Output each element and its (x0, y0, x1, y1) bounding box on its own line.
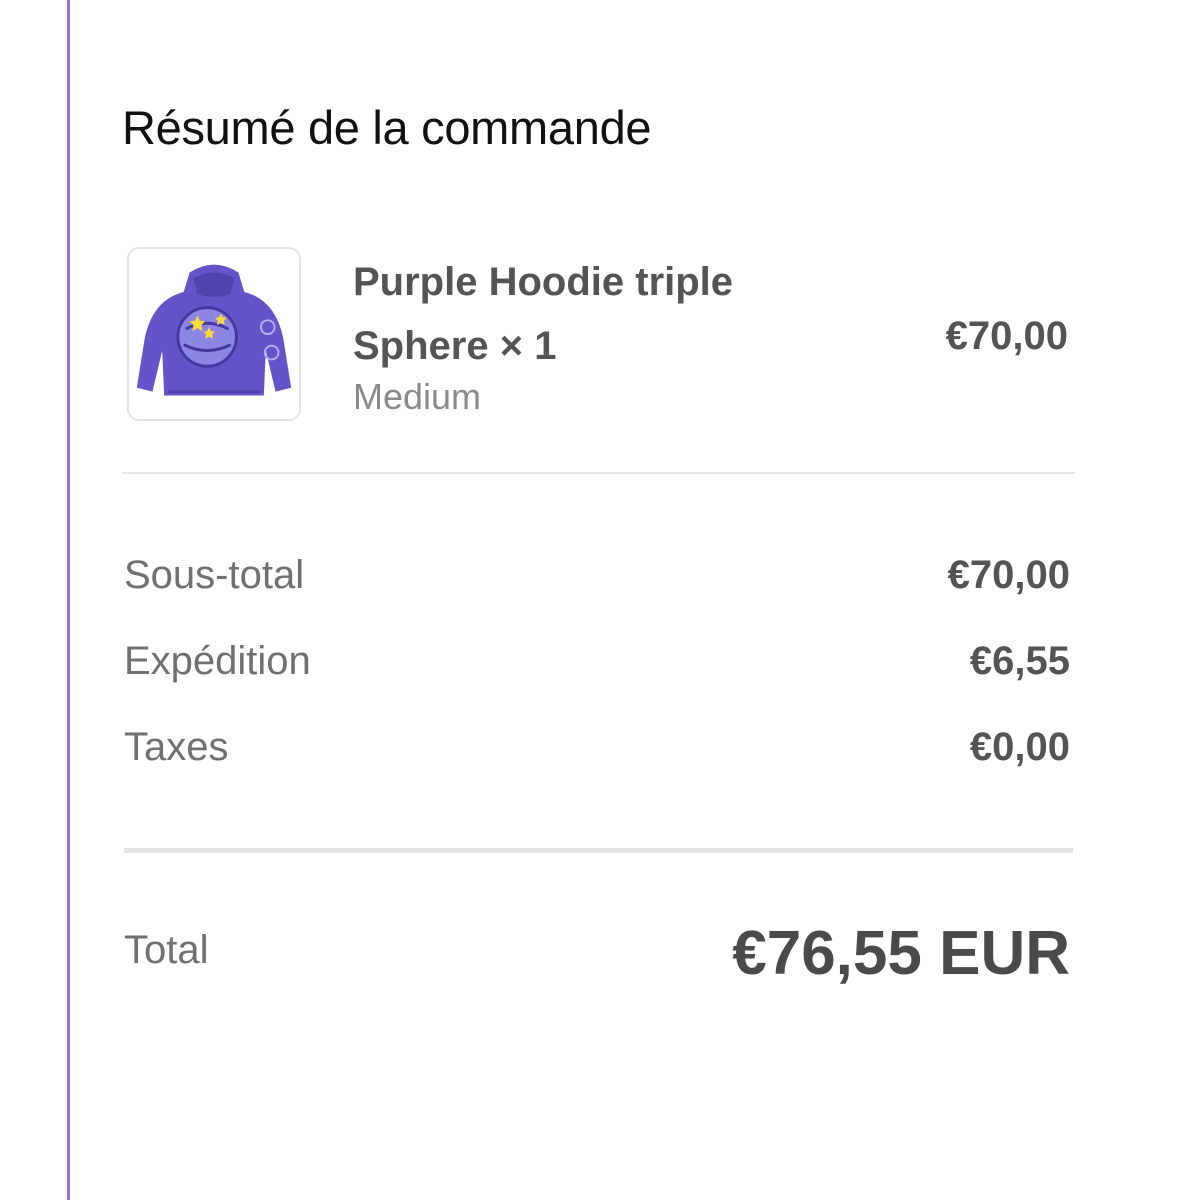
product-thumbnail (127, 247, 301, 421)
shipping-value: €6,55 (969, 639, 1070, 683)
purple-hoodie-icon (136, 264, 292, 396)
total-value: €76,55 EUR (732, 919, 1070, 988)
subtotal-row: Sous-total €70,00 (124, 553, 1070, 603)
total-divider (124, 848, 1073, 853)
item-divider (122, 472, 1075, 474)
product-name: Purple Hoodie triple Sphere × 1 (353, 260, 734, 368)
product-variant: Medium (353, 376, 482, 417)
subtotal-value: €70,00 (947, 553, 1070, 597)
shipping-row: Expédition €6,55 (124, 639, 1070, 689)
shipping-label: Expédition (124, 639, 311, 683)
product-price: €70,00 (945, 314, 1068, 358)
order-summary-title: Résumé de la commande (122, 101, 652, 154)
subtotal-label: Sous-total (124, 553, 305, 597)
taxes-label: Taxes (124, 725, 229, 769)
left-accent-rule (67, 0, 70, 1200)
taxes-row: Taxes €0,00 (124, 725, 1070, 775)
taxes-value: €0,00 (969, 725, 1070, 769)
total-label: Total (124, 928, 209, 972)
